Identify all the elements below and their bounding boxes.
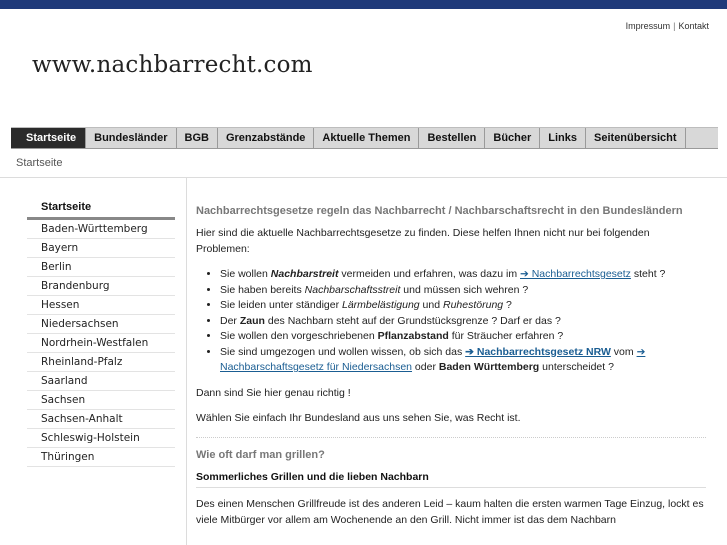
top-bar [0, 0, 727, 9]
text: steht ? [630, 268, 666, 280]
sidebar-item-sachsen-anhalt[interactable]: Sachsen-Anhalt [27, 410, 175, 429]
column-divider [186, 178, 187, 545]
strong-text: Pflanzabstand [377, 330, 449, 342]
paragraph: Dann sind Sie hier genau richtig ! [196, 386, 351, 399]
text: ? [503, 299, 512, 311]
section-title: Wie oft darf man grillen? [196, 436, 706, 464]
subsection-title: Sommerliches Grillen und die lieben Nach… [196, 470, 706, 488]
sidebar-item-nordrhein-westfalen[interactable]: Nordrhein-Westfalen [27, 334, 175, 353]
sidebar-item-niedersachsen[interactable]: Niedersachsen [27, 315, 175, 334]
impressum-link[interactable]: Impressum [626, 21, 671, 31]
top-links: Impressum | Kontakt [626, 21, 709, 31]
text: Sie leiden unter ständiger [220, 299, 342, 311]
text: für Sträucher erfahren ? [448, 330, 564, 342]
kontakt-link[interactable]: Kontakt [678, 21, 709, 31]
text: und [419, 299, 443, 311]
sidebar-heading[interactable]: Startseite [27, 199, 175, 220]
main-nav: Startseite Bundesländer BGB Grenzabständ… [11, 127, 718, 149]
list-item: Sie wollen den vorgeschriebenen Pflanzab… [220, 329, 706, 345]
text: des Nachbarn steht auf der Grundstücksgr… [264, 314, 561, 327]
intro-text: Hier sind die aktuelle Nachbarrechtsgese… [196, 227, 650, 255]
sidebar-item-sachsen[interactable]: Sachsen [27, 391, 175, 410]
sidebar-item-saarland[interactable]: Saarland [27, 372, 175, 391]
text: unterscheidet ? [539, 361, 614, 373]
list-item: Sie wollen Nachbarstreit vermeiden und e… [220, 267, 706, 283]
list-item: Sie haben bereits Nachbarschaftsstreit u… [220, 283, 706, 299]
list-item: Sie leiden unter ständiger Lärmbelästigu… [220, 298, 706, 314]
text: Sie wollen [220, 268, 271, 280]
paragraph: Wählen Sie einfach Ihr Bundesland aus un… [196, 412, 521, 424]
text: vermeiden und erfahren, was dazu im [338, 268, 520, 280]
divider [0, 177, 727, 178]
text: Sie wollen den vorgeschriebenen [220, 330, 378, 342]
sidebar-item-thueringen[interactable]: Thüringen [27, 448, 175, 467]
nav-item-seitenuebersicht[interactable]: Seitenübersicht [586, 128, 686, 148]
problem-list: Sie wollen Nachbarstreit vermeiden und e… [196, 267, 706, 376]
list-item: Der Zaun des Nachbarn steht auf der Grun… [220, 314, 706, 330]
text: Sie sind umgezogen und wollen wissen, ob… [220, 345, 466, 358]
emphasis: Nachbarstreit [270, 268, 339, 280]
sidebar: Startseite Baden-Württemberg Bayern Berl… [27, 199, 175, 467]
nav-item-bundeslaender[interactable]: Bundesländer [86, 128, 177, 148]
sidebar-item-rheinland-pfalz[interactable]: Rheinland-Pfalz [27, 353, 175, 372]
page-title: Nachbarrechtsgesetze regeln das Nachbarr… [196, 205, 683, 217]
nav-item-links[interactable]: Links [540, 128, 587, 148]
nav-item-bestellen[interactable]: Bestellen [419, 128, 486, 148]
sidebar-item-brandenburg[interactable]: Brandenburg [27, 277, 175, 296]
sidebar-item-baden-wuerttemberg[interactable]: Baden-Württemberg [27, 220, 175, 239]
sidebar-item-berlin[interactable]: Berlin [27, 258, 175, 277]
emphasis: Ruhestörung [443, 299, 504, 311]
nachbarrechtsgesetz-link[interactable]: ➔ Nachbarrechtsgesetz [520, 268, 631, 280]
nav-item-grenzabstaende[interactable]: Grenzabstände [218, 128, 315, 148]
text: oder [412, 361, 439, 373]
nav-item-bgb[interactable]: BGB [177, 128, 218, 148]
sidebar-item-hessen[interactable]: Hessen [27, 296, 175, 315]
breadcrumb: Startseite [16, 157, 63, 169]
nav-item-buecher[interactable]: Bücher [485, 128, 541, 148]
list-item: Sie sind umgezogen und wollen wissen, ob… [220, 345, 706, 376]
nav-item-startseite[interactable]: Startseite [11, 128, 87, 148]
text: Sie haben bereits [220, 283, 305, 296]
nachbarrechtsgesetz-nrw-link[interactable]: ➔ Nachbarrechtsgesetz NRW [465, 346, 611, 358]
nav-item-aktuelle-themen[interactable]: Aktuelle Themen [314, 128, 420, 148]
sidebar-item-schleswig-holstein[interactable]: Schleswig-Holstein [27, 429, 175, 448]
text: vom [610, 345, 637, 358]
text: und müssen sich wehren ? [400, 283, 529, 296]
strong-text: Zaun [239, 314, 265, 327]
sidebar-item-bayern[interactable]: Bayern [27, 239, 175, 258]
text: Der [220, 314, 240, 327]
site-logo[interactable]: www.nachbarrecht.com [32, 52, 313, 78]
paragraph: Des einen Menschen Grillfreude ist des a… [196, 498, 704, 526]
emphasis: Lärmbelästigung [342, 299, 420, 311]
emphasis: Nachbarschaftsstreit [304, 283, 401, 296]
strong-text: Baden Württemberg [438, 361, 540, 373]
main-content: Nachbarrechtsgesetze regeln das Nachbarr… [196, 202, 706, 538]
